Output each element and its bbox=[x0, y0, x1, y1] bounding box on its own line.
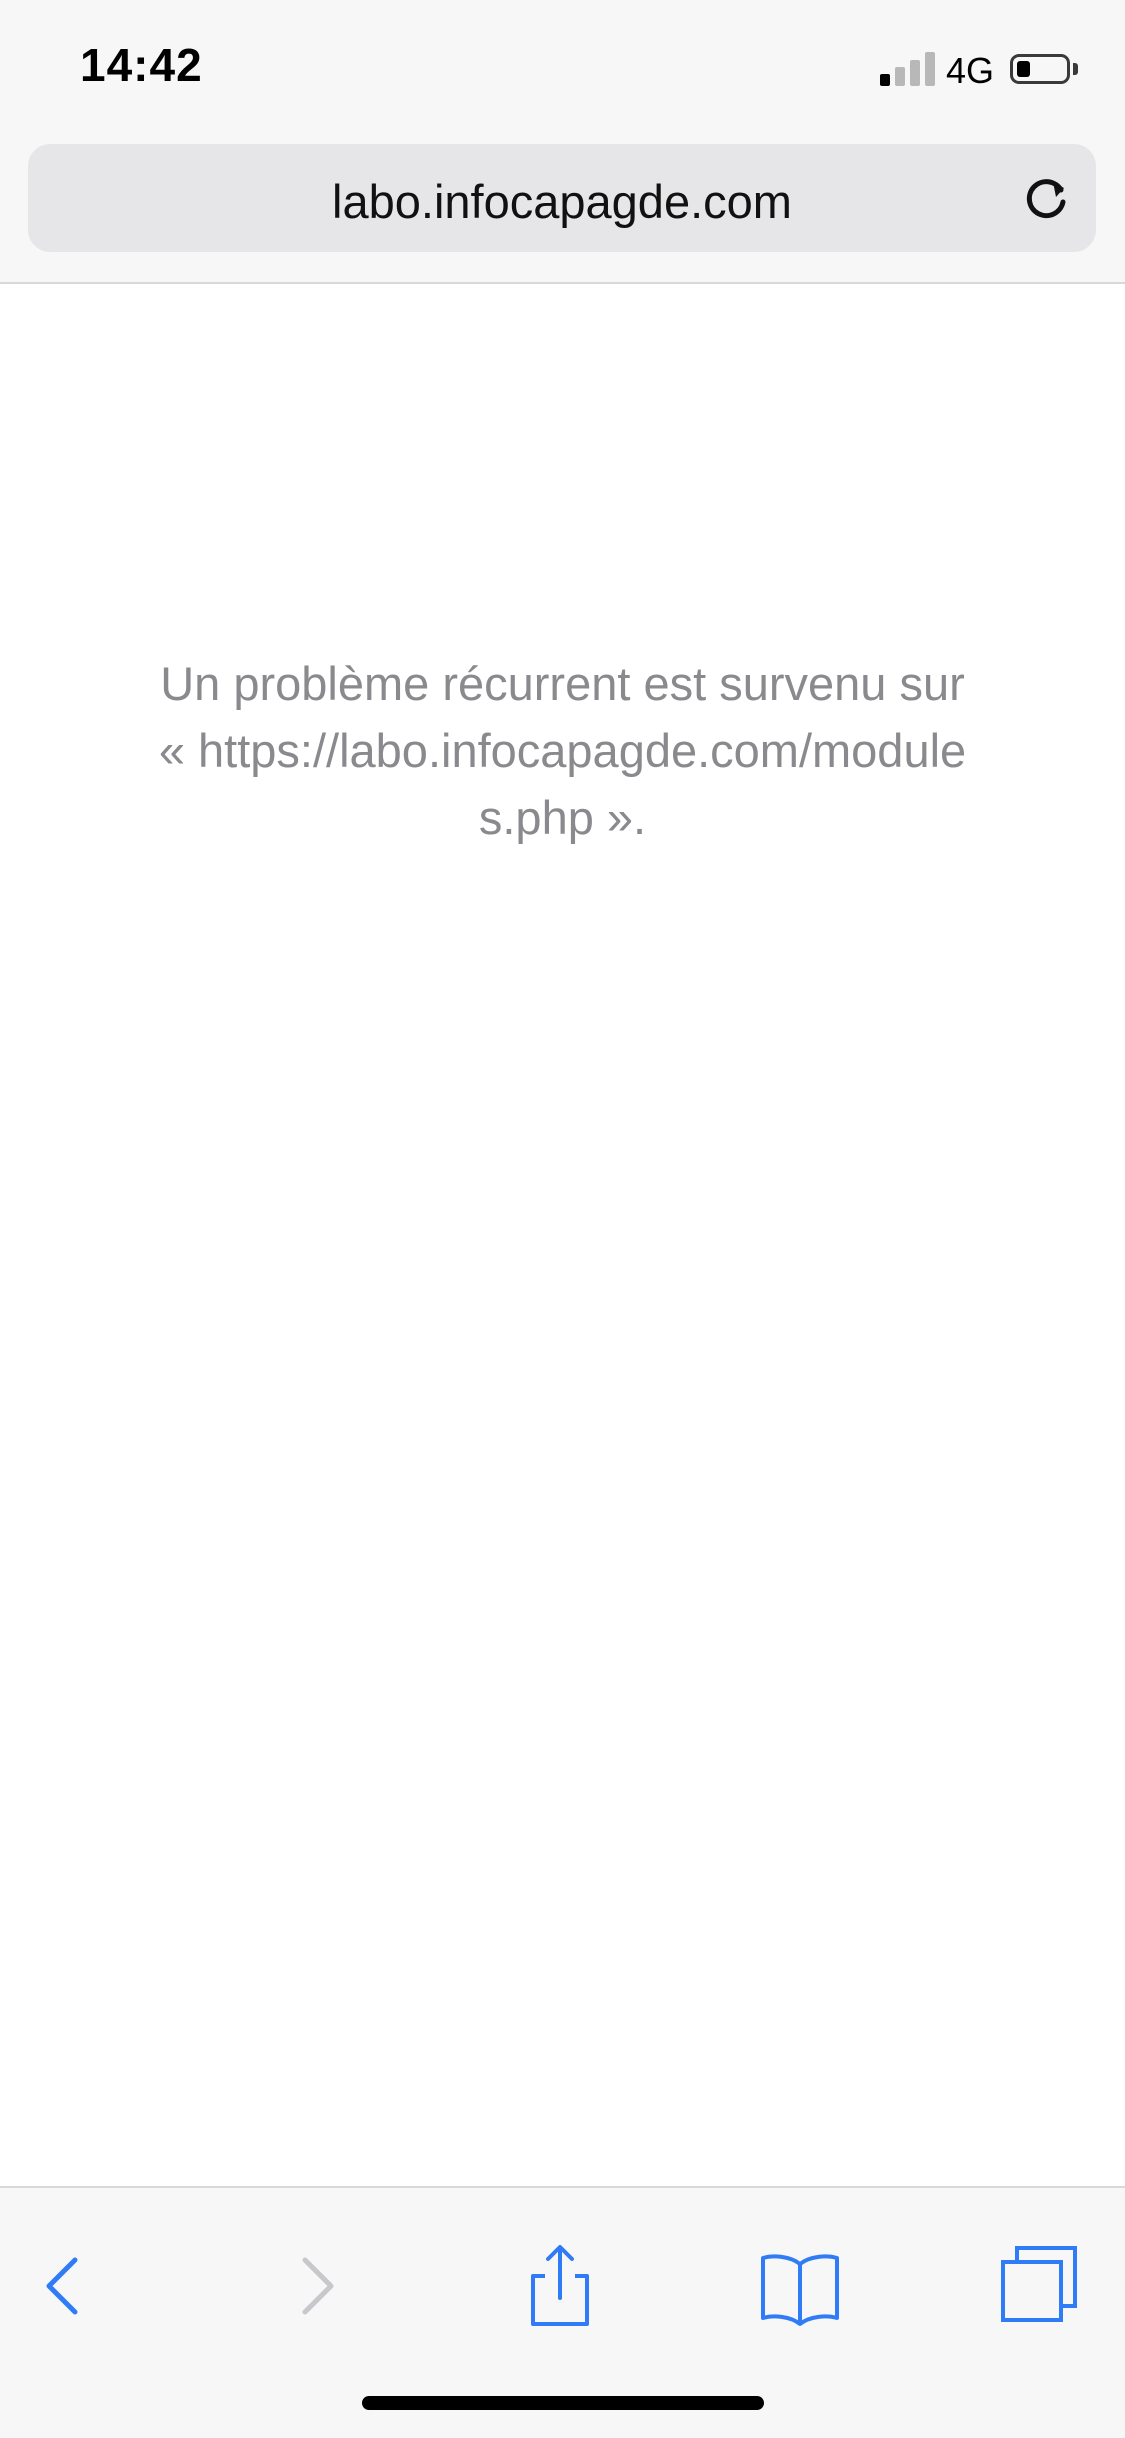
book-icon[interactable] bbox=[755, 2242, 845, 2332]
battery-level-fill bbox=[1017, 61, 1030, 77]
battery-nub bbox=[1073, 63, 1078, 75]
signal-bar bbox=[925, 52, 935, 86]
chevron-left-icon[interactable] bbox=[20, 2242, 110, 2332]
share-icon[interactable] bbox=[515, 2242, 605, 2332]
home-indicator bbox=[362, 2396, 764, 2410]
signal-bar bbox=[880, 74, 890, 86]
signal-bar bbox=[910, 60, 920, 86]
error-message: Un problème récurrent est survenu sur « … bbox=[158, 657, 967, 844]
chevron-right-icon[interactable] bbox=[270, 2242, 360, 2332]
address-bar-area: labo.infocapagde.com bbox=[0, 140, 1125, 284]
status-bar: 14:42 4G bbox=[0, 0, 1125, 140]
network-type-label: 4G bbox=[946, 50, 995, 91]
tabs-icon[interactable] bbox=[995, 2242, 1085, 2332]
address-bar[interactable]: labo.infocapagde.com bbox=[28, 144, 1096, 252]
page-content: Un problème récurrent est survenu sur « … bbox=[0, 284, 1125, 2186]
signal-bar bbox=[895, 67, 905, 86]
reload-icon[interactable] bbox=[1018, 170, 1074, 226]
battery-icon bbox=[1010, 54, 1070, 84]
url-display[interactable]: labo.infocapagde.com bbox=[28, 174, 1096, 229]
cellular-signal-icon bbox=[880, 52, 936, 86]
status-time: 14:42 bbox=[80, 39, 203, 91]
